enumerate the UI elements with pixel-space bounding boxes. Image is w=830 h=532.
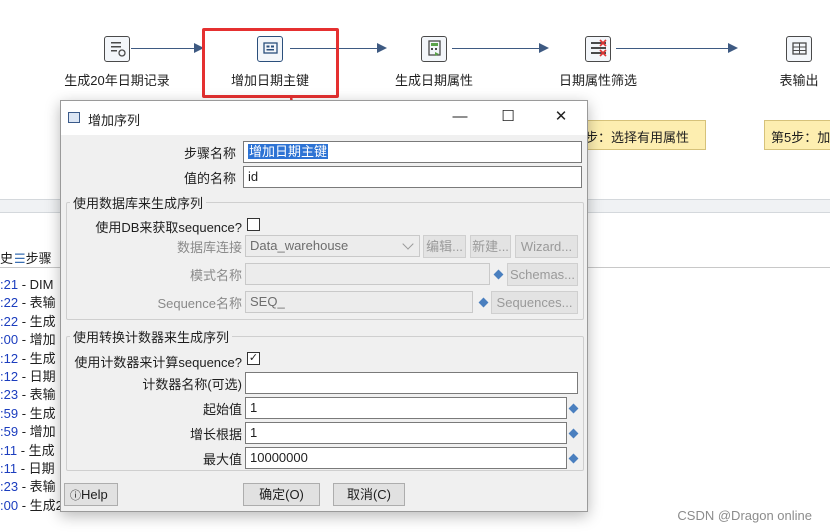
connection-select[interactable]: Data_warehouse — [245, 235, 420, 257]
variable-icon — [493, 269, 504, 280]
log-text: - 表输 — [18, 387, 56, 403]
log-time: :21 — [0, 277, 19, 292]
log-text: - 表输 — [18, 295, 56, 311]
step-name-value: 增加日期主键 — [248, 144, 329, 159]
value-name-label: 值的名称 — [183, 171, 236, 186]
canvas-note[interactable]: 步：选择有用属性 — [578, 120, 706, 150]
wizard-button[interactable]: Wizard... — [515, 235, 578, 258]
step-calculator[interactable]: 生成日期属性 — [364, 36, 504, 89]
counter-group-title: 使用转换计数器来生成序列 — [70, 327, 233, 346]
list-icon: ☰ — [14, 251, 26, 266]
log-time: :59 — [0, 405, 19, 421]
maximize-button[interactable]: ☐ — [498, 107, 518, 127]
use-counter-checkbox[interactable]: ✓ — [247, 352, 260, 365]
log-text: - 生成 — [17, 442, 55, 458]
edit-connection-button[interactable]: 编辑... — [423, 235, 466, 258]
step-select-values[interactable]: 日期属性筛选 — [528, 36, 668, 89]
sequence-name-label: Sequence名称 — [157, 296, 242, 311]
log-time: :00 — [0, 497, 19, 513]
db-sequence-group: 使用数据库来生成序列 使用DB来获取sequence? 数据库连接 Data_w… — [66, 193, 584, 320]
step-label: 生成20年日期记录 — [64, 73, 170, 88]
log-time: :12 — [0, 350, 19, 366]
log-time: :12 — [0, 368, 19, 384]
schema-field[interactable] — [245, 263, 490, 285]
ok-button[interactable]: 确定(O) — [243, 483, 320, 506]
dialog-app-icon — [68, 112, 80, 123]
step-label: 日期属性筛选 — [558, 73, 637, 88]
canvas-note[interactable]: 第5步：加载 — [764, 120, 830, 150]
log-time: :11 — [0, 460, 18, 476]
increment-label: 增长根据 — [189, 427, 242, 442]
table-output-icon — [786, 36, 812, 62]
schemas-button[interactable]: Schemas... — [507, 263, 578, 286]
use-counter-label: 使用计数器来计算sequence? — [74, 355, 242, 370]
use-db-checkbox[interactable] — [247, 218, 260, 231]
log-text: - 生成 — [18, 405, 56, 421]
use-db-label: 使用DB来获取sequence? — [95, 220, 242, 235]
variable-icon — [568, 403, 579, 414]
minimize-button[interactable]: — — [450, 107, 470, 127]
sequences-button[interactable]: Sequences... — [491, 291, 578, 314]
sequence-name-field[interactable]: SEQ_ — [245, 291, 473, 313]
connection-label: 数据库连接 — [176, 240, 242, 255]
variable-icon — [568, 428, 579, 439]
schema-label: 模式名称 — [189, 268, 242, 283]
counter-name-label: 计数器名称(可选) — [142, 377, 242, 392]
log-text: - 增加 — [18, 424, 56, 440]
watermark: CSDN @Dragon online — [677, 508, 812, 523]
log-time: :23 — [0, 387, 19, 403]
help-button[interactable]: ⓘHelp — [64, 483, 118, 506]
log-time: :23 — [0, 479, 19, 495]
log-time: :00 — [0, 332, 19, 348]
step-generate-rows[interactable]: 生成20年日期记录 — [47, 36, 187, 89]
log-text: - 日期 — [17, 460, 55, 476]
max-value-field[interactable]: 10000000 — [245, 447, 567, 469]
log-time: :22 — [0, 313, 19, 329]
log-time: :59 — [0, 424, 19, 440]
chevron-down-icon — [402, 238, 414, 250]
help-icon: ⓘ — [70, 490, 81, 502]
start-value-label: 起始值 — [202, 402, 242, 417]
step-name-label: 步骤名称 — [183, 146, 236, 161]
step-table-output[interactable]: 表输出 — [729, 36, 830, 89]
log-time: :22 — [0, 295, 19, 311]
select-values-icon — [585, 36, 611, 62]
tab-step-metrics-label: 步骤 — [25, 251, 52, 266]
log-text: - 生成 — [18, 350, 56, 366]
counter-name-field[interactable] — [245, 372, 578, 394]
increment-field[interactable]: 1 — [245, 422, 567, 444]
dialog-titlebar[interactable]: 增加序列 — ☐ ✕ — [61, 101, 587, 135]
close-button[interactable]: ✕ — [551, 107, 571, 127]
tab-step-metrics[interactable]: ☰步骤 — [14, 248, 52, 267]
generate-rows-icon — [104, 36, 130, 62]
tab-history[interactable]: 史 — [0, 248, 13, 267]
max-value-label: 最大值 — [202, 452, 242, 467]
log-time: :11 — [0, 442, 18, 458]
cancel-button[interactable]: 取消(C) — [333, 483, 405, 506]
highlight-box — [202, 28, 339, 98]
start-value-field[interactable]: 1 — [245, 397, 567, 419]
step-name-field[interactable]: 增加日期主键 — [243, 141, 582, 163]
log-text: - 增加 — [18, 332, 56, 348]
step-label: 生成日期属性 — [394, 73, 473, 88]
step-label: 表输出 — [779, 73, 819, 88]
connection-value: Data_warehouse — [250, 238, 349, 253]
add-sequence-dialog: 增加序列 — ☐ ✕ 步骤名称 增加日期主键 值的名称 id 使用数据库来生成序… — [60, 100, 588, 512]
dialog-title: 增加序列 — [88, 113, 141, 128]
log-text: - 生成 — [18, 313, 56, 329]
db-group-title: 使用数据库来生成序列 — [70, 193, 207, 212]
new-connection-button[interactable]: 新建... — [470, 235, 511, 258]
variable-icon — [478, 297, 489, 308]
log-text: - DIM — [18, 277, 54, 292]
counter-sequence-group: 使用转换计数器来生成序列 使用计数器来计算sequence? ✓ 计数器名称(可… — [66, 327, 584, 471]
log-text: - 表输 — [18, 479, 56, 495]
value-name-field[interactable]: id — [243, 166, 582, 188]
help-label: Help — [81, 487, 108, 502]
variable-icon — [568, 453, 579, 464]
calculator-icon — [421, 36, 447, 62]
log-text: - 日期 — [18, 368, 56, 384]
